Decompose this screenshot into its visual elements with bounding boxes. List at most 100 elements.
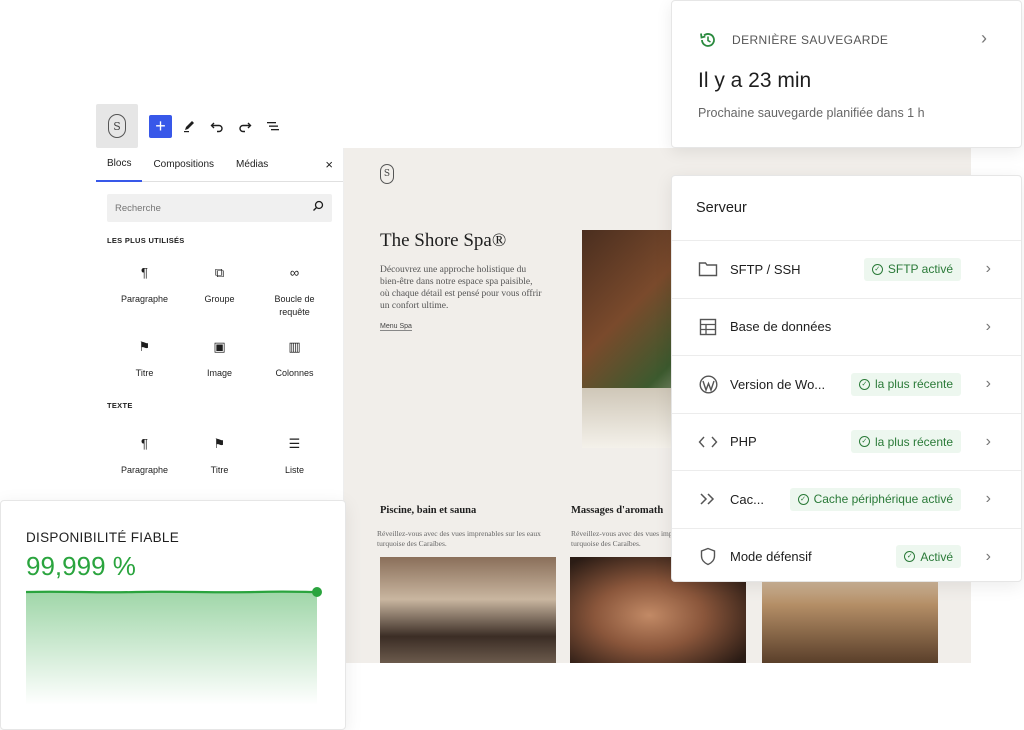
chevron-right-icon[interactable]: › bbox=[981, 28, 987, 49]
server-row-cache[interactable]: Cac... ✓ Cache périphérique activé › bbox=[672, 470, 1021, 528]
card-desc-pool: Réveillez-vous avec des vues imprenables… bbox=[377, 529, 541, 548]
check-circle-icon: ✓ bbox=[871, 263, 883, 275]
status-badge: ✓ la plus récente bbox=[850, 430, 961, 454]
block-label: Titre bbox=[135, 368, 154, 378]
status-badge-text: SFTP activé bbox=[887, 262, 953, 277]
block-paragraph[interactable]: ¶ Paragraphe bbox=[107, 265, 182, 323]
block-label: Liste bbox=[284, 465, 304, 475]
folder-icon bbox=[698, 259, 718, 279]
block-image[interactable]: ▣ Image bbox=[182, 339, 257, 397]
redo-icon[interactable] bbox=[234, 115, 256, 137]
spa-title: The Shore Spa® bbox=[380, 230, 507, 251]
server-row-database[interactable]: Base de données › bbox=[672, 297, 1021, 356]
close-icon[interactable]: × bbox=[325, 157, 333, 172]
server-row-label: Mode défensif bbox=[730, 549, 812, 565]
chevron-right-icon[interactable]: › bbox=[986, 490, 991, 508]
site-logo-button[interactable]: S bbox=[96, 104, 138, 148]
chevron-right-icon[interactable]: › bbox=[986, 260, 991, 278]
uptime-area bbox=[26, 591, 317, 705]
server-title: Serveur bbox=[696, 200, 747, 216]
tab-compositions[interactable]: Compositions bbox=[142, 148, 225, 182]
most-used-blocks: ¶ Paragraphe ⧉ Groupe ∞ Boucle de requêt… bbox=[107, 265, 343, 397]
status-badge-text: la plus récente bbox=[874, 434, 953, 449]
tab-medias[interactable]: Médias bbox=[225, 148, 279, 182]
shield-icon bbox=[698, 547, 718, 567]
group-icon: ⧉ bbox=[214, 265, 225, 280]
status-badge: ✓ Cache périphérique activé bbox=[789, 487, 961, 511]
backup-label: DERNIÈRE SAUVEGARDE bbox=[732, 33, 889, 47]
undo-icon[interactable] bbox=[206, 115, 228, 137]
status-badge: ✓ Activé bbox=[896, 545, 961, 569]
backup-card[interactable]: DERNIÈRE SAUVEGARDE › Il y a 23 min Proc… bbox=[671, 0, 1022, 148]
columns-icon: ▥ bbox=[288, 339, 301, 354]
spa-menu-link[interactable]: Menu Spa bbox=[380, 323, 412, 331]
server-row-label: Version de Wo... bbox=[730, 376, 826, 392]
chevron-right-icon[interactable]: › bbox=[986, 433, 991, 451]
image-icon: ▣ bbox=[213, 339, 226, 354]
status-badge: ✓ la plus récente bbox=[850, 372, 961, 396]
uptime-label: DISPONIBILITÉ FIABLE bbox=[26, 530, 180, 545]
check-circle-icon: ✓ bbox=[797, 493, 809, 505]
block-heading[interactable]: ⚑ Titre bbox=[107, 339, 182, 397]
status-badge: ✓ SFTP activé bbox=[863, 257, 961, 281]
uptime-sparkline bbox=[26, 587, 322, 705]
block-heading[interactable]: ⚑ Titre bbox=[182, 436, 257, 494]
server-card: Serveur SFTP / SSH ✓ SFTP activé › Base d… bbox=[671, 175, 1022, 582]
block-label: Titre bbox=[210, 465, 229, 475]
block-query-loop[interactable]: ∞ Boucle de requête bbox=[257, 265, 332, 323]
backup-header: DERNIÈRE SAUVEGARDE bbox=[698, 30, 888, 50]
search-icon[interactable] bbox=[312, 199, 324, 217]
server-row-label: Cac... bbox=[730, 491, 764, 507]
server-row-wordpress[interactable]: Version de Wo... ✓ la plus récente › bbox=[672, 355, 1021, 413]
server-row-defensive[interactable]: Mode défensif ✓ Activé › bbox=[672, 527, 1021, 586]
block-label: Colonnes bbox=[275, 368, 314, 378]
status-badge-text: la plus récente bbox=[874, 377, 953, 392]
server-row-sftp[interactable]: SFTP / SSH ✓ SFTP activé › bbox=[672, 240, 1021, 298]
paragraph-icon: ¶ bbox=[141, 265, 148, 280]
block-paragraph[interactable]: ¶ Paragraphe bbox=[107, 436, 182, 494]
block-label: Image bbox=[206, 368, 232, 378]
block-list[interactable]: ☰ Liste bbox=[257, 436, 332, 494]
card-title-pool: Piscine, bain et sauna bbox=[380, 505, 477, 516]
paragraph-icon: ¶ bbox=[141, 436, 148, 451]
check-circle-icon: ✓ bbox=[858, 378, 870, 390]
bookmark-icon: ⚑ bbox=[213, 436, 226, 451]
block-label: Paragraphe bbox=[120, 465, 169, 475]
server-row-php[interactable]: PHP ✓ la plus récente › bbox=[672, 412, 1021, 471]
chevron-right-icon[interactable]: › bbox=[986, 318, 991, 336]
check-circle-icon: ✓ bbox=[904, 551, 916, 563]
editor-toolbar: S + bbox=[96, 104, 346, 148]
pencil-icon[interactable] bbox=[178, 115, 200, 137]
backup-next: Prochaine sauvegarde planifiée dans 1 h bbox=[698, 106, 925, 120]
block-search bbox=[107, 194, 332, 222]
check-circle-icon: ✓ bbox=[858, 436, 870, 448]
chevron-right-icon[interactable]: › bbox=[986, 375, 991, 393]
block-group[interactable]: ⧉ Groupe bbox=[182, 265, 257, 323]
status-badge-text: Activé bbox=[920, 549, 953, 564]
backup-time: Il y a 23 min bbox=[698, 69, 812, 92]
server-list: SFTP / SSH ✓ SFTP activé › Base de donnée… bbox=[672, 240, 1021, 585]
server-row-label: SFTP / SSH bbox=[730, 261, 801, 277]
list-icon: ☰ bbox=[288, 436, 301, 451]
spa-logo-icon: S bbox=[380, 164, 394, 184]
inserter-tabs: Blocs Compositions Médias × bbox=[96, 148, 343, 182]
uptime-value: 99,999 % bbox=[26, 551, 136, 581]
section-label-most-used: LES PLUS UTILISÉS bbox=[107, 236, 185, 245]
status-badge-text: Cache périphérique activé bbox=[813, 492, 953, 507]
table-icon bbox=[698, 317, 718, 337]
add-block-button[interactable]: + bbox=[149, 114, 172, 138]
site-logo-icon: S bbox=[108, 114, 126, 138]
uptime-endpoint bbox=[312, 587, 322, 597]
code-icon bbox=[698, 432, 718, 452]
tab-blocs[interactable]: Blocs bbox=[96, 148, 143, 182]
block-label: Groupe bbox=[204, 294, 235, 304]
history-icon bbox=[698, 30, 718, 50]
block-inserter-panel: Blocs Compositions Médias × LES PLUS UTI… bbox=[96, 148, 344, 508]
text-blocks: ¶ Paragraphe ⚑ Titre ☰ Liste bbox=[107, 436, 343, 494]
block-search-input[interactable] bbox=[115, 202, 312, 214]
list-view-icon[interactable] bbox=[262, 115, 284, 137]
section-label-text: TEXTE bbox=[107, 401, 133, 410]
block-columns[interactable]: ▥ Colonnes bbox=[257, 339, 332, 397]
chevron-right-icon[interactable]: › bbox=[986, 548, 991, 566]
double-chevron-icon bbox=[698, 489, 718, 509]
